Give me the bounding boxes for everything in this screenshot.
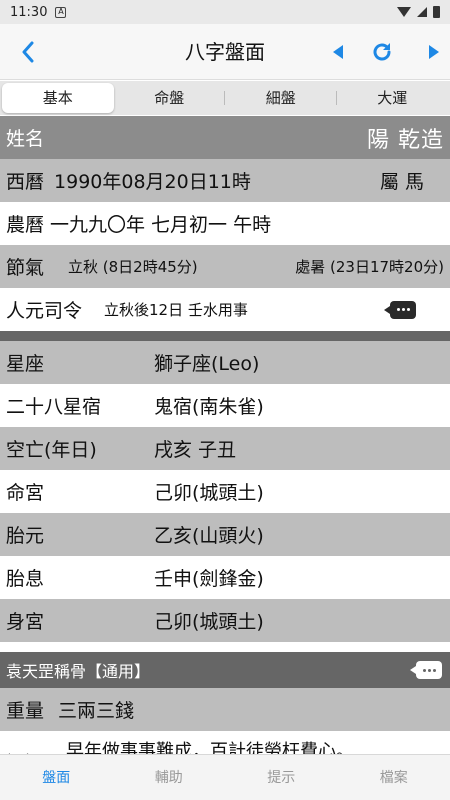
- detail-value: 己卯(城頭土): [154, 482, 264, 504]
- tab-chart-label: 命盤: [154, 89, 185, 107]
- bottom-tab-bar: 盤面 輔助 提示 檔案: [0, 754, 450, 800]
- weight-label: 重量: [6, 700, 45, 722]
- bone-weight-comment-icon[interactable]: [410, 661, 442, 679]
- western-date-row: 西曆 1990年08月20日11時 屬 馬: [0, 159, 450, 202]
- signal-icon: [417, 7, 427, 17]
- weight-value: 三兩三錢: [58, 700, 135, 722]
- detail-label: 命宮: [6, 482, 45, 504]
- solar-term-row: 節氣 立秋 (8日2時45分) 處暑 (23日17時20分): [0, 245, 450, 288]
- comment-row: 評語 早年做事事難成，百計徒勞枉費心。: [0, 731, 450, 754]
- status-time: 11:30: [10, 4, 48, 20]
- app-notification-icon: A: [55, 6, 67, 18]
- western-label: 西曆: [6, 171, 45, 193]
- detail-value: 鬼宿(南朱雀): [154, 396, 264, 418]
- detail-value: 己卯(城頭土): [154, 611, 264, 633]
- renyuan-label: 人元司令: [6, 300, 83, 322]
- detail-row: 胎元 乙亥(山頭火): [0, 513, 450, 556]
- solar-term-label: 節氣: [6, 257, 45, 279]
- renyuan-value: 立秋後12日 壬水用事: [104, 301, 248, 319]
- detail-row: 星座 獅子座(Leo): [0, 341, 450, 384]
- lunar-date-row: 農曆 一九九〇年 七月初一 午時: [0, 202, 450, 245]
- weight-row: 重量 三兩三錢: [0, 688, 450, 731]
- detail-value: 戌亥 子丑: [154, 439, 237, 461]
- tab-chart[interactable]: 命盤: [114, 83, 225, 113]
- solar-term-2: 處暑 (23日17時20分): [295, 258, 444, 276]
- name-label: 姓名: [6, 128, 45, 150]
- detail-label: 星座: [6, 353, 45, 375]
- detail-value: 壬申(劍鋒金): [154, 568, 264, 590]
- spacer: [0, 642, 450, 652]
- wifi-icon: [397, 7, 411, 17]
- bottom-tab-tools[interactable]: 輔助: [113, 755, 226, 800]
- comment-text: 早年做事事難成，百計徒勞枉費心。: [66, 741, 354, 754]
- main-content[interactable]: 姓名 陽 乾造 西曆 1990年08月20日11時 屬 馬 農曆 一九九〇年 七…: [0, 116, 450, 754]
- detail-row: 胎息 壬申(劍鋒金): [0, 556, 450, 599]
- comment-icon[interactable]: [384, 300, 416, 319]
- lunar-date: 一九九〇年 七月初一 午時: [50, 214, 272, 236]
- section-divider: [0, 331, 450, 341]
- tab-detail-label: 細盤: [265, 89, 296, 107]
- bottom-tab-hints[interactable]: 提示: [225, 755, 338, 800]
- tab-luck[interactable]: 大運: [337, 83, 449, 113]
- tab-detail[interactable]: 細盤: [225, 83, 337, 113]
- detail-row: 身宮 己卯(城頭土): [0, 599, 450, 642]
- detail-row: 命宮 己卯(城頭土): [0, 470, 450, 513]
- bottom-tab-chart[interactable]: 盤面: [0, 755, 113, 800]
- bone-weight-header: 袁天罡稱骨【通用】: [0, 652, 450, 688]
- detail-label: 胎元: [6, 525, 45, 547]
- bone-weight-title: 袁天罡稱骨【通用】: [6, 662, 151, 681]
- zodiac-value: 屬 馬: [379, 171, 424, 193]
- detail-value: 獅子座(Leo): [154, 353, 260, 375]
- detail-label: 二十八星宿: [6, 396, 102, 418]
- next-icon[interactable]: [420, 38, 448, 66]
- status-icons: [397, 6, 440, 18]
- solar-term-1: 立秋 (8日2時45分): [68, 258, 198, 276]
- battery-icon: [433, 6, 440, 18]
- renyuan-row: 人元司令 立秋後12日 壬水用事: [0, 288, 450, 331]
- detail-row: 空亡(年日) 戌亥 子丑: [0, 427, 450, 470]
- detail-label: 身宮: [6, 611, 45, 633]
- prev-icon[interactable]: [324, 38, 352, 66]
- tab-basic[interactable]: 基本: [2, 83, 114, 113]
- status-bar: 11:30 A: [0, 0, 450, 24]
- title-bar: 八字盤面: [0, 24, 450, 80]
- detail-label: 胎息: [6, 568, 45, 590]
- lunar-label: 農曆: [6, 214, 45, 236]
- detail-value: 乙亥(山頭火): [154, 525, 264, 547]
- gender-value: 陽 乾造: [367, 127, 444, 153]
- western-date: 1990年08月20日11時: [54, 171, 251, 193]
- refresh-icon[interactable]: [368, 38, 396, 66]
- segment-tabs: 基本 命盤 細盤 大運: [0, 81, 450, 115]
- name-row: 姓名 陽 乾造: [0, 116, 450, 159]
- bottom-tab-files[interactable]: 檔案: [338, 755, 450, 800]
- back-icon[interactable]: [14, 38, 42, 66]
- detail-label: 空亡(年日): [6, 439, 97, 461]
- detail-row: 二十八星宿 鬼宿(南朱雀): [0, 384, 450, 427]
